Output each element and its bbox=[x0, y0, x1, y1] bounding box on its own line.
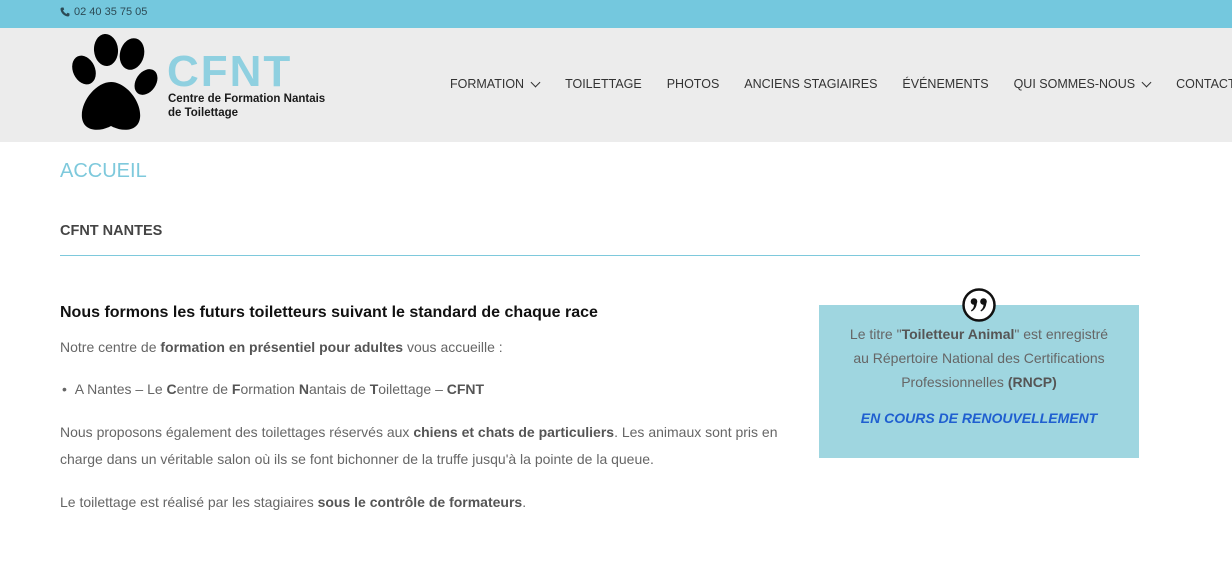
page-title: ACCUEIL bbox=[60, 160, 147, 182]
services-paragraph: Nous proposons également des toilettages… bbox=[60, 419, 780, 473]
quote-line3: Professionnelles (RNCP) bbox=[819, 370, 1139, 394]
services-line1-suffix: . Les animaux sont pris en bbox=[614, 424, 778, 440]
bullet-prefix: A Nantes – Le bbox=[74, 381, 167, 397]
nav-contact[interactable]: CONTACT bbox=[1176, 77, 1232, 91]
logo-subtitle: Centre de Formation Nantais de Toilettag… bbox=[168, 92, 325, 120]
chevron-down-icon bbox=[530, 77, 541, 87]
nav-qui-sommes-nous-label: QUI SOMMES-NOUS bbox=[1013, 77, 1136, 91]
phone-contact[interactable]: 02 40 35 75 05 bbox=[60, 6, 147, 18]
intro-paragraph: Notre centre de formation en présentiel … bbox=[60, 334, 780, 361]
bullet-letter-t: T bbox=[369, 381, 379, 397]
quote-text: Le titre "Toiletteur Animal" est enregis… bbox=[819, 322, 1139, 394]
supervision-prefix: Le toilettage est réalisé par les stagia… bbox=[60, 494, 318, 510]
bullet-letter-n: N bbox=[298, 381, 309, 397]
list-item: • A Nantes – Le Centre de Formation Nant… bbox=[62, 376, 782, 403]
section-title: CFNT NANTES bbox=[60, 223, 163, 239]
nav-anciens-stagiaires-label: ANCIENS STAGIAIRES bbox=[744, 77, 878, 91]
supervision-paragraph: Le toilettage est réalisé par les stagia… bbox=[60, 489, 780, 516]
site-logo[interactable]: CFNT Centre de Formation Nantais de Toil… bbox=[66, 34, 356, 134]
chevron-down-icon bbox=[1141, 77, 1152, 87]
supervision-suffix: . bbox=[522, 494, 527, 510]
bullet-text-ormation: ormation bbox=[240, 381, 299, 397]
bullet-text-antais: antais de bbox=[308, 381, 370, 397]
nav-formation[interactable]: FORMATION bbox=[450, 77, 541, 91]
intro-suffix: vous accueille : bbox=[403, 339, 503, 355]
services-line2: charge dans un véritable salon où ils se… bbox=[60, 451, 654, 467]
divider bbox=[60, 255, 1140, 256]
phone-number: 02 40 35 75 05 bbox=[74, 6, 148, 18]
bullet-icon: • bbox=[62, 381, 75, 397]
intro-bold: formation en présentiel pour adultes bbox=[160, 339, 404, 355]
quote-icon bbox=[962, 288, 996, 322]
phone-icon bbox=[60, 7, 70, 17]
nav-anciens-stagiaires[interactable]: ANCIENS STAGIAIRES bbox=[744, 77, 877, 91]
services-bold: chiens et chats de particuliers bbox=[413, 424, 615, 440]
bullet-letter-c: C bbox=[166, 381, 177, 397]
bullet-cfnt: CFNT bbox=[446, 381, 485, 397]
supervision-bold: sous le contrôle de formateurs bbox=[317, 494, 523, 510]
nav-toilettage-label: TOILETTAGE bbox=[565, 77, 642, 91]
logo-subtitle-line2: de Toilettage bbox=[168, 107, 239, 119]
intro-prefix: Notre centre de bbox=[60, 339, 161, 355]
quote-line3-bold: (RNCP) bbox=[1007, 374, 1057, 390]
quote-line1-prefix: Le titre " bbox=[849, 326, 902, 342]
quote-line1-suffix: " est enregistré bbox=[1014, 326, 1109, 342]
nav-evenements-label: ÉVÉNEMENTS bbox=[902, 77, 989, 91]
paw-icon bbox=[72, 34, 158, 130]
quote-line2: au Répertoire National des Certification… bbox=[853, 350, 1105, 366]
nav-photos-label: PHOTOS bbox=[666, 77, 720, 91]
quote-line3-prefix: Professionnelles bbox=[901, 374, 1008, 390]
nav-formation-label: FORMATION bbox=[450, 77, 525, 91]
quote-line1: Le titre "Toiletteur Animal" est enregis… bbox=[819, 322, 1139, 346]
main-nav: FORMATION TOILETTAGE PHOTOS ANCIENS STAG… bbox=[450, 77, 1232, 91]
nav-photos[interactable]: PHOTOS bbox=[667, 77, 720, 91]
nav-qui-sommes-nous[interactable]: QUI SOMMES-NOUS bbox=[1013, 77, 1152, 91]
bullet-text-entre: entre de bbox=[176, 381, 232, 397]
top-bar: 02 40 35 75 05 bbox=[0, 0, 1232, 28]
services-prefix: Nous proposons également des toilettages… bbox=[60, 424, 414, 440]
nav-evenements[interactable]: ÉVÉNEMENTS bbox=[902, 77, 988, 91]
headline: Nous formons les futurs toiletteurs suiv… bbox=[60, 304, 598, 321]
logo-subtitle-line1: Centre de Formation Nantais bbox=[168, 93, 326, 105]
logo-title: CFNT bbox=[167, 47, 293, 96]
nav-contact-label: CONTACT bbox=[1176, 77, 1232, 91]
bullet-text-oilettage: oilettage – bbox=[378, 381, 447, 397]
nav-toilettage[interactable]: TOILETTAGE bbox=[565, 77, 642, 91]
renewal-status: EN COURS DE RENOUVELLEMENT bbox=[860, 410, 1098, 426]
quote-line1-bold: Toiletteur Animal bbox=[901, 326, 1015, 342]
